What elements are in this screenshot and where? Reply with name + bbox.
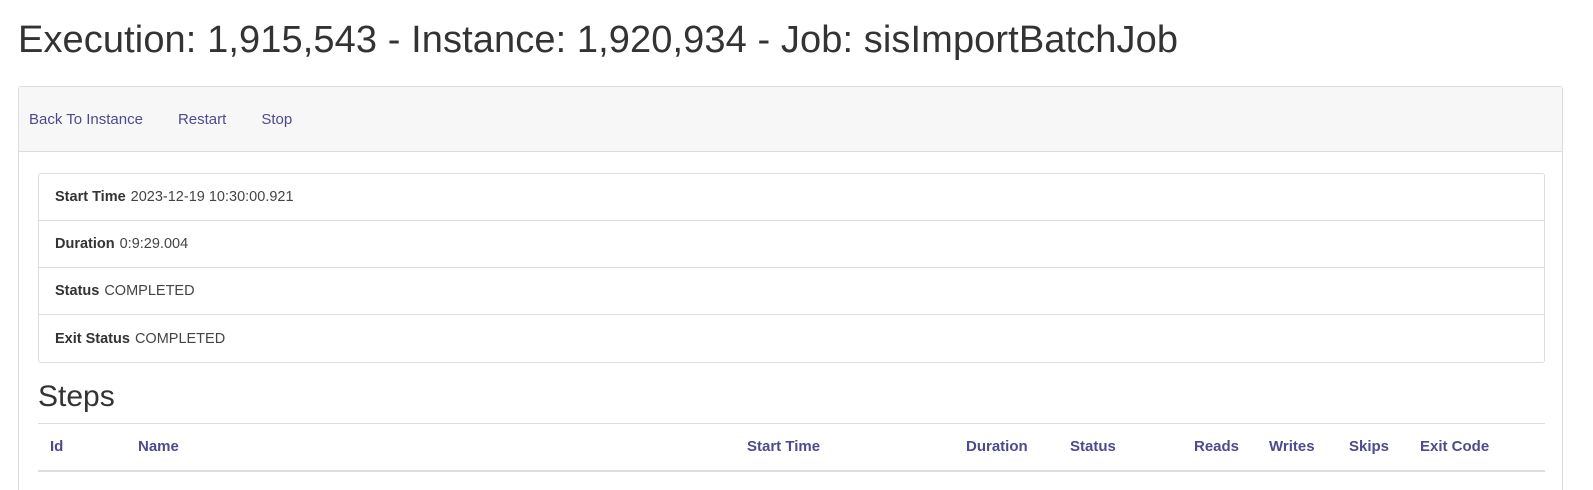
column-header-id[interactable]: Id — [38, 423, 138, 472]
column-header-duration[interactable]: Duration — [966, 423, 1070, 472]
steps-heading: Steps — [38, 380, 115, 413]
steps-table-header-row: Id Name Start Time Duration Status Reads… — [38, 423, 1545, 472]
execution-details-list: Start Time 2023-12-19 10:30:00.921 Durat… — [38, 173, 1545, 363]
restart-link[interactable]: Restart — [178, 111, 226, 128]
column-header-start-time[interactable]: Start Time — [747, 423, 966, 472]
start-time-label: Start Time — [55, 189, 126, 205]
duration-label: Duration — [55, 236, 115, 252]
column-header-name[interactable]: Name — [138, 423, 747, 472]
exit-status-row: Exit Status COMPLETED — [39, 315, 1544, 362]
start-time-row: Start Time 2023-12-19 10:30:00.921 — [39, 174, 1544, 221]
stop-link[interactable]: Stop — [261, 111, 292, 128]
column-header-writes[interactable]: Writes — [1269, 423, 1349, 472]
page-title: Execution: 1,915,543 - Instance: 1,920,9… — [18, 19, 1179, 61]
column-header-reads[interactable]: Reads — [1194, 423, 1269, 472]
status-row: Status COMPLETED — [39, 268, 1544, 315]
exit-status-label: Exit Status — [55, 330, 130, 347]
back-to-instance-link[interactable]: Back To Instance — [29, 111, 143, 128]
duration-value: 0:9:29.004 — [119, 236, 189, 252]
panel-toolbar: Back To Instance Restart Stop — [19, 87, 1562, 152]
column-header-status[interactable]: Status — [1070, 423, 1194, 472]
duration-row: Duration 0:9:29.004 — [39, 221, 1544, 268]
column-header-exit-code[interactable]: Exit Code — [1420, 423, 1545, 472]
start-time-value: 2023-12-19 10:30:00.921 — [130, 189, 294, 205]
status-label: Status — [55, 283, 100, 299]
page: Execution: 1,915,543 - Instance: 1,920,9… — [0, 0, 1593, 490]
column-header-skips[interactable]: Skips — [1349, 423, 1420, 472]
exit-status-value: COMPLETED — [134, 330, 226, 347]
status-value: COMPLETED — [104, 283, 195, 299]
execution-panel: Back To Instance Restart Stop Start Time… — [18, 86, 1563, 490]
steps-table: Id Name Start Time Duration Status Reads… — [38, 423, 1545, 472]
